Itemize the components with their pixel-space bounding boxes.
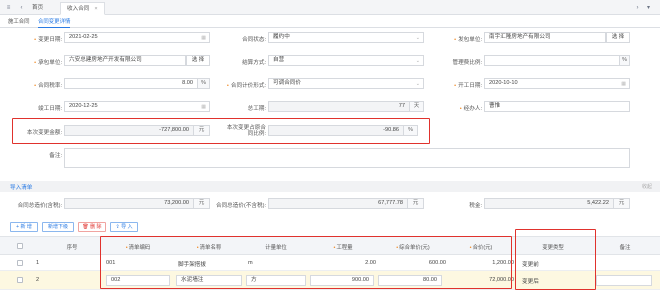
delete-label: 删 除: [90, 224, 102, 230]
days-unit: 天: [410, 101, 424, 112]
mgmt-ratio-field[interactable]: [484, 55, 620, 66]
yuan-unit: 元: [194, 125, 210, 136]
finish-date-field[interactable]: 2020-12-25 ▦: [64, 101, 210, 112]
start-date-field[interactable]: 2020-10-10 ▦: [484, 78, 630, 89]
tab-label: 收入合同: [67, 6, 90, 12]
contract-status-select[interactable]: 履约中 ⌄: [268, 32, 424, 43]
change-amount-label: 本次变更金额:: [26, 130, 62, 136]
close-icon[interactable]: ×: [94, 6, 97, 12]
tab-home[interactable]: 首页: [26, 2, 49, 15]
trash-icon: 🗑: [82, 224, 89, 230]
subtab-construction-contract[interactable]: 施工合同: [8, 17, 30, 28]
settlement-select[interactable]: 自营 ⌄: [268, 55, 424, 66]
add-button[interactable]: + 新 增: [10, 222, 38, 232]
col-no: 序号: [66, 245, 78, 251]
pricing-label: • 合同计价形式:: [226, 83, 266, 89]
sub-tab-bar: 施工合同 合同变更详情: [0, 15, 660, 28]
yuan-unit: 元: [408, 198, 424, 209]
delete-button[interactable]: 🗑 删 除: [78, 222, 106, 232]
chevron-down-icon: ⌄: [415, 35, 420, 41]
settlement-label: 结算方式:: [242, 60, 266, 66]
section-title: 导入清单: [10, 185, 33, 191]
chevron-down-icon: ⌄: [415, 81, 420, 87]
menu-toggle-icon[interactable]: ≡: [5, 4, 12, 11]
add-child-button[interactable]: 新增下级: [42, 222, 74, 232]
yuan-unit: 元: [614, 198, 630, 209]
finish-date-label: 竣工日期:: [38, 106, 62, 112]
tax-field: 5,422.22: [484, 198, 614, 209]
select-issuer-button[interactable]: 选 择: [606, 32, 630, 43]
pricing-select[interactable]: 可调合同价 ⌄: [268, 78, 424, 89]
calendar-icon: ▦: [201, 104, 206, 110]
tax-label: 税金:: [469, 203, 482, 209]
upload-icon: ⇪: [115, 224, 120, 230]
issuer-label: • 发包单位:: [454, 37, 482, 43]
remark-textarea[interactable]: [64, 148, 630, 168]
tax-rate-label: • 合同税率:: [34, 83, 62, 89]
tab-label: 首页: [32, 5, 44, 11]
calendar-icon: ▦: [621, 81, 626, 87]
row-checkbox[interactable]: [17, 277, 23, 283]
operator-field[interactable]: 曹惟: [484, 101, 630, 112]
total-without-tax-label: 合同总造价(不含税):: [215, 203, 266, 209]
change-date-field[interactable]: 2021-02-25 ▦: [64, 32, 210, 43]
change-ratio-label: 本次变更占原合同比例:: [226, 125, 266, 137]
mgmt-ratio-label: 管理费比例:: [452, 60, 482, 66]
start-date-label: • 开工日期:: [454, 83, 482, 89]
percent-unit: %: [198, 78, 210, 89]
calendar-icon: ▦: [201, 35, 206, 41]
chevron-left-icon[interactable]: ‹: [18, 4, 25, 11]
select-contractor-button[interactable]: 选 择: [186, 55, 210, 66]
tab-income-contract[interactable]: 收入合同 ×: [60, 2, 105, 15]
more-icon[interactable]: ▾: [645, 4, 652, 11]
total-with-tax-label: 合同总造价(含税):: [17, 203, 62, 209]
change-amount-field: -727,800.00: [64, 125, 194, 136]
total-without-tax-field: 67,777.78: [268, 198, 408, 209]
collapse-link[interactable]: 收起: [642, 183, 652, 190]
col-remark: 备注: [619, 245, 631, 251]
remark-label: 备注:: [49, 153, 62, 159]
percent-unit: %: [404, 125, 418, 136]
total-with-tax-field: 73,200.00: [64, 198, 194, 209]
contractor-label: • 承包单位:: [34, 60, 62, 66]
select-all-checkbox[interactable]: [17, 243, 23, 249]
subtab-change-detail[interactable]: 合同变更详情: [38, 17, 71, 28]
import-button[interactable]: ⇪ 导 入: [110, 222, 138, 232]
import-label: 导 入: [121, 224, 133, 230]
row-checkbox[interactable]: [17, 260, 23, 266]
row-no: 2: [36, 277, 40, 283]
change-date-label: • 变更日期:: [34, 37, 62, 43]
chevron-down-icon: ⌄: [415, 58, 420, 64]
top-nav-bar: ≡ ‹ 首页 收入合同 × › ▾: [0, 0, 660, 15]
contractor-field[interactable]: 六安总建房地产开发有限公司: [64, 55, 186, 66]
operator-label: • 经办人:: [459, 106, 482, 112]
issuer-field[interactable]: 南宇汇隆房地产有限公司: [484, 32, 606, 43]
import-list-section-header: 导入清单 收起: [0, 181, 660, 192]
row-remark-input[interactable]: [596, 275, 652, 286]
total-days-field: 77: [268, 101, 410, 112]
change-ratio-field: -90.86: [268, 125, 404, 136]
percent-unit: %: [620, 55, 630, 66]
contract-status-label: 合同状态:: [242, 37, 266, 43]
chevron-right-icon[interactable]: ›: [634, 4, 641, 11]
change-type-highlight: [515, 229, 596, 290]
tax-rate-field[interactable]: 8.00: [64, 78, 198, 89]
row-no: 1: [36, 260, 40, 266]
table-edit-highlight: [100, 236, 512, 289]
total-days-label: 总工期:: [247, 106, 266, 112]
